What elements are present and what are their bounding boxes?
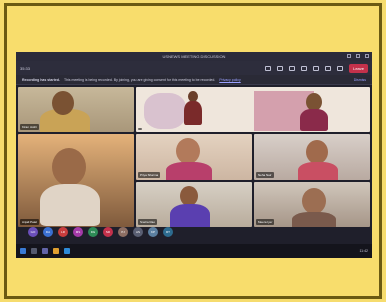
video-person-face [306, 140, 328, 165]
participant-name: Priya Sharma [138, 171, 161, 178]
window-title: USNEWS MEETING DISCUSSION [162, 54, 226, 59]
recording-message: This meeting is being recorded. By joini… [63, 77, 216, 82]
participant-tile[interactable]: Sneha Rao [136, 181, 252, 227]
avatar[interactable]: GO [28, 227, 38, 237]
avatar[interactable]: AS [133, 227, 143, 237]
leave-button[interactable]: Leave [349, 63, 368, 73]
participant-avatar-strip: GO DA LR MS DG SR PJ AS KP RT [16, 224, 372, 240]
avatar-initials: SR [105, 230, 111, 234]
minimize-icon[interactable] [347, 54, 351, 58]
window-controls [347, 54, 369, 58]
avatar-initials: RT [166, 230, 170, 234]
video-person-face [180, 185, 198, 206]
avatar[interactable]: DA [43, 227, 53, 237]
video-person [184, 101, 202, 125]
avatar-initials: AS [135, 230, 140, 234]
avatar-initials: DA [45, 230, 51, 234]
avatar-initials: PJ [121, 230, 125, 234]
camera-icon[interactable] [313, 65, 320, 71]
avatar[interactable]: PJ [118, 227, 128, 237]
browser-icon[interactable] [64, 248, 70, 254]
avatar[interactable]: RT [163, 227, 173, 237]
window-titlebar: USNEWS MEETING DISCUSSION [16, 52, 372, 61]
recording-banner: Recording has started. This meeting is b… [16, 75, 372, 85]
mic-icon[interactable] [325, 65, 332, 71]
avatar[interactable]: SR [103, 227, 113, 237]
teams-app-icon[interactable] [42, 248, 48, 254]
video-person-face [176, 138, 200, 165]
video-grid: Kiran Joshi Priya Sharma Neha Nair Anjal… [18, 87, 370, 227]
participant-tile[interactable]: Anjali Patel [18, 134, 134, 227]
video-person [298, 162, 338, 180]
dismiss-button[interactable]: Dismiss [354, 78, 366, 82]
poster-decoration [144, 93, 186, 129]
toolbar-icons [265, 65, 344, 71]
avatar-initials: KP [150, 230, 155, 234]
people-icon[interactable] [265, 65, 272, 71]
video-person-face [52, 91, 74, 115]
search-icon[interactable] [31, 248, 37, 254]
os-taskbar: 11:42 [16, 244, 372, 258]
close-icon[interactable] [365, 54, 369, 58]
video-person-face [52, 148, 86, 187]
participant-name: Kiran Joshi [20, 124, 39, 131]
video-person [166, 162, 212, 180]
recording-heading: Recording has started. [22, 77, 60, 82]
raise-hand-icon[interactable] [289, 65, 296, 71]
participant-name: Neha Nair [256, 171, 274, 178]
taskbar-clock: 11:42 [359, 249, 369, 253]
avatar-initials: DG [90, 230, 96, 234]
participant-name [138, 128, 142, 131]
participant-tile[interactable] [136, 87, 370, 133]
participant-tile[interactable]: Meera Iyer [254, 181, 370, 227]
participant-tile[interactable]: Priya Sharma [136, 134, 252, 180]
chat-icon[interactable] [277, 65, 284, 71]
participant-tile[interactable]: Neha Nair [254, 134, 370, 180]
avatar-initials: MS [75, 230, 81, 234]
avatar-initials: GO [30, 230, 36, 234]
avatar-initials: LR [61, 230, 65, 234]
windows-start-icon[interactable] [20, 248, 26, 254]
meeting-window: USNEWS MEETING DISCUSSION 35:33 Leave Re… [16, 52, 372, 258]
share-screen-icon[interactable] [337, 65, 344, 71]
meeting-toolbar: 35:33 Leave [16, 61, 372, 75]
privacy-policy-link[interactable]: Privacy policy [219, 78, 240, 82]
avatar[interactable]: MS [73, 227, 83, 237]
maximize-icon[interactable] [356, 54, 360, 58]
more-actions-icon[interactable] [301, 65, 308, 71]
avatar[interactable]: KP [148, 227, 158, 237]
participant-tile[interactable]: Kiran Joshi [18, 87, 134, 133]
video-person [40, 184, 100, 227]
file-explorer-icon[interactable] [53, 248, 59, 254]
video-person [300, 109, 328, 131]
meeting-timer: 35:33 [20, 65, 31, 71]
avatar[interactable]: DG [88, 227, 98, 237]
video-person-face [302, 187, 326, 214]
avatar[interactable]: LR [58, 227, 68, 237]
